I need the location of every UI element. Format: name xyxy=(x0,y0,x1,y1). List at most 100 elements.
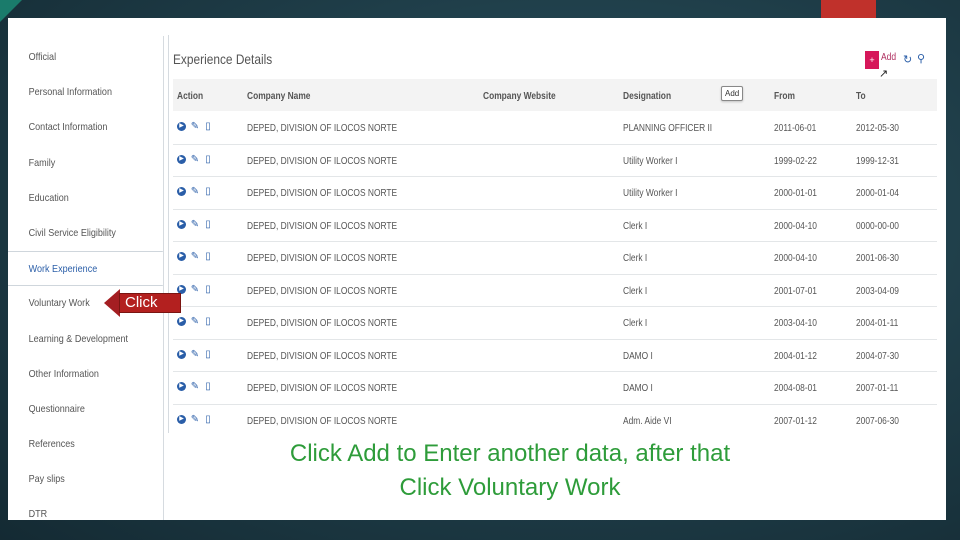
cell-company-name: DEPED, DIVISION OF ILOCOS NORTE xyxy=(247,284,398,297)
view-icon[interactable]: ▶ xyxy=(177,219,186,229)
header-to: To xyxy=(856,90,866,102)
cell-company-name: DEPED, DIVISION OF ILOCOS NORTE xyxy=(247,252,398,264)
row-actions: ▶ ✎ ▯ xyxy=(177,349,217,363)
view-icon[interactable]: ▶ xyxy=(177,122,186,131)
header-company-website: Company Website xyxy=(483,90,556,102)
sidebar-list: Official Personal Information Contact Info… xyxy=(8,18,164,520)
sidebar-item-pay-slips[interactable]: Pay slips xyxy=(8,462,142,497)
edit-icon[interactable]: ✎ xyxy=(190,316,200,327)
cell-company-name: DEPED, DIVISION OF ILOCOS NORTE xyxy=(247,317,398,329)
cell-from: 2003-04-10 xyxy=(774,317,817,329)
cell-from: 2001-07-01 xyxy=(774,284,817,297)
table-row: ▶ ✎ ▯ DEPED, DIVISION OF ILOCOS NORTE Utilit… xyxy=(173,177,937,210)
cell-to: 2003-04-09 xyxy=(856,284,899,297)
delete-icon[interactable]: ▯ xyxy=(203,349,213,360)
delete-icon[interactable]: ▯ xyxy=(203,414,213,425)
cell-to: 2007-01-11 xyxy=(856,382,899,394)
table-row: ▶ ✎ ▯ DEPED, DIVISION OF ILOCOS NORTE Utilit… xyxy=(173,145,937,177)
edit-icon[interactable]: ✎ xyxy=(190,121,200,132)
sidebar-divider xyxy=(163,36,164,520)
sidebar: Official Personal Information Contact Info… xyxy=(8,18,164,520)
row-actions: ▶ ✎ ▯ xyxy=(177,381,217,395)
sidebar-item-civil-service-eligibility[interactable]: Civil Service Eligibility xyxy=(8,216,142,251)
view-icon[interactable]: ▶ xyxy=(177,252,186,261)
search-icon[interactable]: ⚲ xyxy=(917,52,925,65)
edit-icon[interactable]: ✎ xyxy=(190,284,200,295)
callout-arrow-icon xyxy=(104,289,120,317)
cell-to: 1999-12-31 xyxy=(856,154,899,167)
header-action: Action xyxy=(177,90,204,102)
table-body: ▶ ✎ ▯ DEPED, DIVISION OF ILOCOS NORTE PLANNI… xyxy=(173,112,937,437)
plus-icon[interactable]: + xyxy=(865,51,879,69)
view-icon[interactable]: ▶ xyxy=(177,382,186,391)
table-row: ▶ ✎ ▯ DEPED, DIVISION OF ILOCOS NORTE DAMO I… xyxy=(173,340,937,372)
sidebar-item-official[interactable]: Official xyxy=(8,40,142,75)
experience-panel: Experience Details + Add ↗ ↻ ⚲ Action Co… xyxy=(168,35,942,455)
sidebar-item-references[interactable]: References xyxy=(8,427,142,462)
cell-company-name: DEPED, DIVISION OF ILOCOS NORTE xyxy=(247,154,398,167)
edit-icon[interactable]: ✎ xyxy=(190,154,200,165)
table-row: ▶ ✎ ▯ DEPED, DIVISION OF ILOCOS NORTE Clerk … xyxy=(173,242,937,275)
cell-company-name: DEPED, DIVISION OF ILOCOS NORTE xyxy=(247,349,398,362)
view-icon[interactable]: ▶ xyxy=(177,187,186,196)
sidebar-item-family[interactable]: Family xyxy=(8,146,142,181)
table-row: ▶ ✎ ▯ DEPED, DIVISION OF ILOCOS NORTE Clerk … xyxy=(173,210,937,242)
row-actions: ▶ ✎ ▯ xyxy=(177,414,217,428)
delete-icon[interactable]: ▯ xyxy=(203,186,213,197)
edit-icon[interactable]: ✎ xyxy=(190,219,200,230)
add-tooltip: Add xyxy=(721,86,744,101)
click-callout: Click xyxy=(104,289,184,317)
sidebar-item-questionnaire[interactable]: Questionnaire xyxy=(8,392,142,427)
delete-icon[interactable]: ▯ xyxy=(203,316,213,327)
cell-company-name: DEPED, DIVISION OF ILOCOS NORTE xyxy=(247,382,398,394)
header-from: From xyxy=(774,90,795,102)
edit-icon[interactable]: ✎ xyxy=(190,349,200,360)
edit-icon[interactable]: ✎ xyxy=(190,414,200,425)
callout-label: Click xyxy=(119,293,181,313)
cell-from: 2000-04-10 xyxy=(774,252,817,264)
cell-to: 2012-05-30 xyxy=(856,122,899,134)
cell-from: 1999-02-22 xyxy=(774,154,817,167)
sidebar-item-other-information[interactable]: Other Information xyxy=(8,357,142,392)
header-company-name: Company Name xyxy=(247,90,311,102)
cell-from: 2004-01-12 xyxy=(774,349,817,362)
sidebar-item-dtr[interactable]: DTR xyxy=(8,497,142,520)
edit-icon[interactable]: ✎ xyxy=(190,186,200,197)
edit-icon[interactable]: ✎ xyxy=(190,381,200,392)
cell-designation: Clerk I xyxy=(623,317,648,329)
delete-icon[interactable]: ▯ xyxy=(203,251,213,262)
delete-icon[interactable]: ▯ xyxy=(203,219,213,230)
view-icon[interactable]: ▶ xyxy=(177,349,186,359)
sidebar-item-contact-information[interactable]: Contact Information xyxy=(8,110,142,145)
refresh-icon[interactable]: ↻ xyxy=(903,53,912,66)
edit-icon[interactable]: ✎ xyxy=(190,251,200,262)
delete-icon[interactable]: ▯ xyxy=(203,154,213,165)
sidebar-item-work-experience[interactable]: Work Experience xyxy=(8,251,163,287)
instruction-line-2: Click Voluntary Work xyxy=(399,474,621,501)
cell-designation: DAMO I xyxy=(623,349,653,362)
row-actions: ▶ ✎ ▯ xyxy=(177,219,217,233)
cell-designation: Utility Worker I xyxy=(623,154,678,167)
delete-icon[interactable]: ▯ xyxy=(203,121,213,132)
cell-to: 2004-07-30 xyxy=(856,349,899,362)
cell-to: 2007-06-30 xyxy=(856,414,899,427)
cell-designation: Clerk I xyxy=(623,219,648,232)
cell-company-name: DEPED, DIVISION OF ILOCOS NORTE xyxy=(247,219,398,232)
header-designation: Designation xyxy=(623,90,672,102)
delete-icon[interactable]: ▯ xyxy=(203,381,213,392)
view-icon[interactable]: ▶ xyxy=(177,414,186,424)
view-icon[interactable]: ▶ xyxy=(177,317,186,326)
cell-to: 2004-01-11 xyxy=(856,317,899,329)
add-button[interactable]: Add xyxy=(881,52,896,63)
cell-designation: PLANNING OFFICER II xyxy=(623,122,713,134)
cell-to: 2001-06-30 xyxy=(856,252,899,264)
cell-designation: Utility Worker I xyxy=(623,187,678,199)
delete-icon[interactable]: ▯ xyxy=(203,284,213,295)
sidebar-item-personal-information[interactable]: Personal Information xyxy=(8,75,142,110)
view-icon[interactable]: ▶ xyxy=(177,154,186,164)
sidebar-item-learning-development[interactable]: Learning & Development xyxy=(8,322,142,357)
sidebar-item-education[interactable]: Education xyxy=(8,181,142,216)
cell-company-name: DEPED, DIVISION OF ILOCOS NORTE xyxy=(247,122,398,134)
cell-designation: Clerk I xyxy=(623,252,648,264)
toolbar: + Add ↗ ↻ ⚲ xyxy=(865,49,939,80)
